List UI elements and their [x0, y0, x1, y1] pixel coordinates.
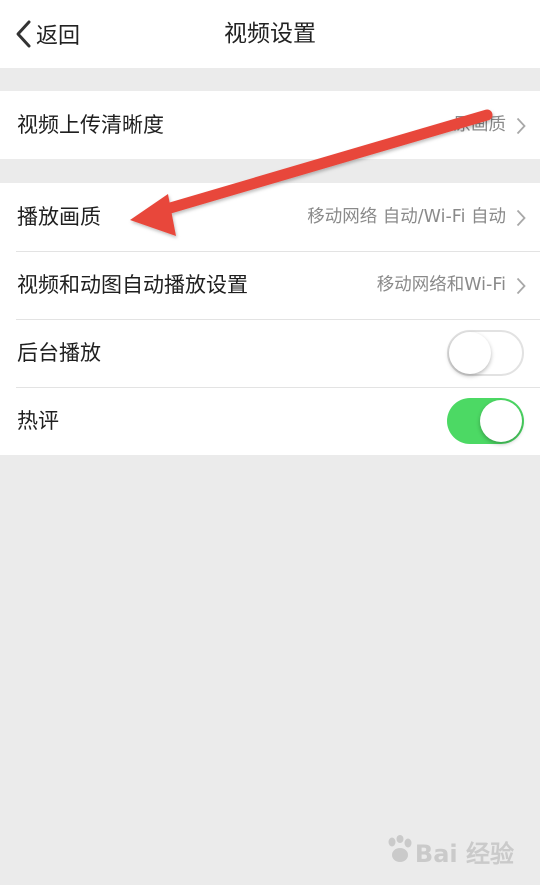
- hot-comments-toggle[interactable]: [447, 398, 524, 444]
- toggle-knob: [480, 400, 522, 442]
- chevron-right-icon: [516, 117, 526, 135]
- row-value: 移动网络和Wi-Fi: [376, 275, 506, 295]
- watermark-logo-text: Bai 经验: [414, 840, 514, 868]
- row-label: 后台播放: [17, 341, 101, 365]
- row-label: 视频和动图自动播放设置: [17, 273, 248, 297]
- settings-group-playback: 播放画质 移动网络 自动/Wi-Fi 自动 视频和动图自动播放设置 移动网络和W…: [0, 183, 540, 455]
- row-playback-quality[interactable]: 播放画质 移动网络 自动/Wi-Fi 自动: [0, 183, 540, 251]
- chevron-right-icon: [516, 209, 526, 227]
- row-label: 视频上传清晰度: [17, 113, 164, 137]
- row-label: 热评: [17, 409, 59, 433]
- row-background-play: 后台播放: [0, 319, 540, 387]
- baidu-watermark: Bai 经验: [383, 834, 514, 869]
- row-value: 原画质: [453, 115, 507, 135]
- background-play-toggle[interactable]: [447, 330, 524, 376]
- page-title: 视频设置: [224, 21, 316, 47]
- row-upload-quality[interactable]: 视频上传清晰度 原画质: [0, 91, 540, 159]
- row-value: 移动网络 自动/Wi-Fi 自动: [307, 207, 506, 227]
- toggle-knob: [449, 332, 491, 374]
- row-label: 播放画质: [17, 205, 101, 229]
- chevron-right-icon: [516, 277, 526, 295]
- row-hot-comments: 热评: [0, 387, 540, 455]
- paw-icon: [383, 834, 415, 869]
- nav-bar: 返回 视频设置: [0, 0, 540, 68]
- settings-group-upload: 视频上传清晰度 原画质: [0, 91, 540, 159]
- row-autoplay-settings[interactable]: 视频和动图自动播放设置 移动网络和Wi-Fi: [0, 251, 540, 319]
